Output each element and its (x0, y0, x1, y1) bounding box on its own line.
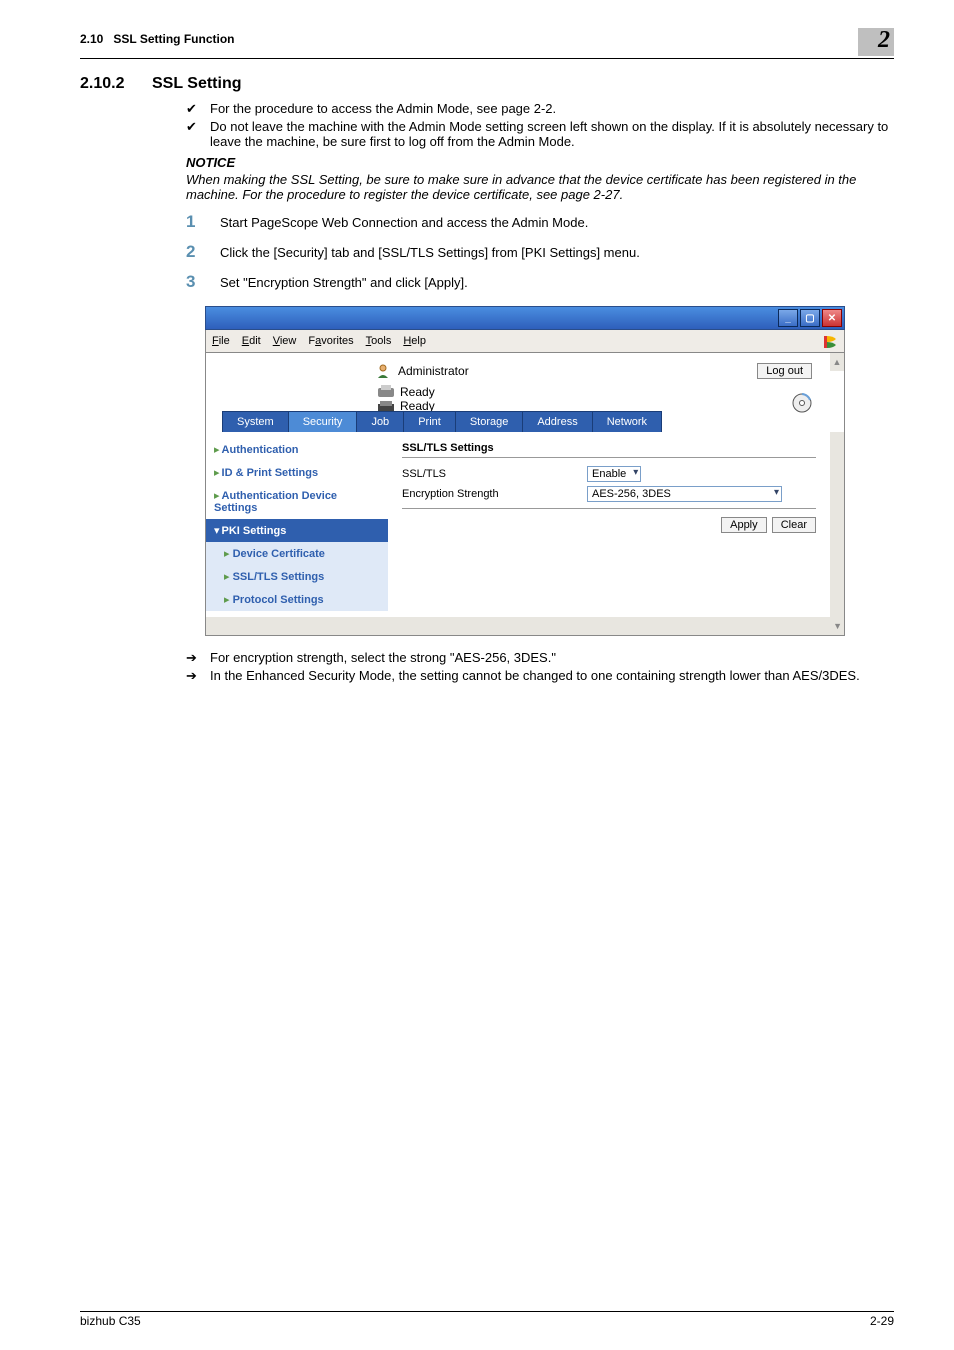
tab-network[interactable]: Network (592, 411, 662, 432)
check-icon: ✔ (186, 101, 210, 117)
tab-bar: System Security Job Print Storage Addres… (206, 411, 830, 432)
step-number: 3 (186, 272, 220, 292)
admin-indicator: Administrator (376, 363, 469, 379)
tab-storage[interactable]: Storage (455, 411, 524, 432)
note-item: ➔ In the Enhanced Security Mode, the set… (186, 668, 894, 684)
tab-security[interactable]: Security (288, 411, 358, 432)
tab-system[interactable]: System (222, 411, 289, 432)
section-title: SSL Setting (152, 75, 242, 93)
tab-address[interactable]: Address (522, 411, 592, 432)
footer-model: bizhub C35 (80, 1314, 141, 1328)
footer-page: 2-29 (870, 1314, 894, 1328)
maximize-button[interactable]: ▢ (800, 309, 820, 327)
clear-button[interactable]: Clear (772, 517, 816, 533)
tab-print[interactable]: Print (403, 411, 456, 432)
side-nav: ▸Authentication ▸ID & Print Settings ▸Au… (206, 432, 388, 617)
step-number: 2 (186, 242, 220, 262)
notice-text: When making the SSL Setting, be sure to … (186, 172, 894, 202)
menu-bar: File Edit View Favorites Tools Help (205, 330, 845, 353)
menu-favorites[interactable]: Favorites (308, 335, 353, 347)
menu-help[interactable]: Help (403, 335, 426, 347)
chapter-badge: 2 (858, 28, 894, 56)
note-item: ➔ For encryption strength, select the st… (186, 650, 894, 666)
check-icon: ✔ (186, 119, 210, 149)
menu-file[interactable]: File (212, 335, 230, 347)
nav-id-print[interactable]: ▸ID & Print Settings (206, 461, 388, 484)
settings-panel: SSL/TLS Settings SSL/TLS Enable Encrypti… (388, 432, 830, 617)
step-text: Start PageScope Web Connection and acces… (220, 212, 588, 232)
window-titlebar: _ ▢ ✕ (205, 306, 845, 330)
check-item: ✔ Do not leave the machine with the Admi… (186, 119, 894, 149)
step-number: 1 (186, 212, 220, 232)
arrow-icon: ➔ (186, 668, 210, 684)
minimize-button[interactable]: _ (778, 309, 798, 327)
nav-ssltls[interactable]: ▸ SSL/TLS Settings (206, 565, 388, 588)
nav-authentication[interactable]: ▸Authentication (206, 438, 388, 461)
ie-flag-icon (822, 332, 838, 349)
scrollbar-down[interactable]: ▼ (206, 617, 844, 635)
nav-protocol[interactable]: ▸ Protocol Settings (206, 588, 388, 611)
nav-device-cert[interactable]: ▸ Device Certificate (206, 542, 388, 565)
arrow-icon: ➔ (186, 650, 210, 666)
select-enc-strength[interactable]: AES-256, 3DES (587, 486, 782, 502)
logout-button[interactable]: Log out (757, 363, 812, 379)
select-ssltls[interactable]: Enable (587, 466, 641, 482)
nav-pki-settings[interactable]: ▾PKI Settings (206, 519, 388, 542)
menu-view[interactable]: View (273, 335, 297, 347)
printer-icon (376, 385, 396, 399)
close-button[interactable]: ✕ (822, 309, 842, 327)
step-text: Click the [Security] tab and [SSL/TLS Se… (220, 242, 640, 262)
label-ssltls: SSL/TLS (402, 468, 587, 480)
user-icon (376, 363, 394, 379)
running-header: 2.10 SSL Setting Function (80, 28, 234, 46)
apply-button[interactable]: Apply (721, 517, 767, 533)
menu-edit[interactable]: Edit (242, 335, 261, 347)
check-item: ✔ For the procedure to access the Admin … (186, 101, 894, 117)
panel-title: SSL/TLS Settings (402, 442, 816, 454)
tab-job[interactable]: Job (356, 411, 404, 432)
disk-icon (792, 393, 812, 413)
notice-label: NOTICE (186, 155, 894, 170)
browser-window: _ ▢ ✕ File Edit View Favorites Tools Hel… (205, 306, 845, 636)
label-enc-strength: Encryption Strength (402, 488, 587, 500)
step-text: Set "Encryption Strength" and click [App… (220, 272, 468, 292)
menu-tools[interactable]: Tools (366, 335, 392, 347)
scrollbar-up[interactable]: ▲ (830, 353, 844, 371)
status-printer: Ready (376, 385, 792, 399)
section-number: 2.10.2 (80, 75, 152, 93)
nav-auth-device[interactable]: ▸Authentication Device Settings (206, 484, 388, 519)
